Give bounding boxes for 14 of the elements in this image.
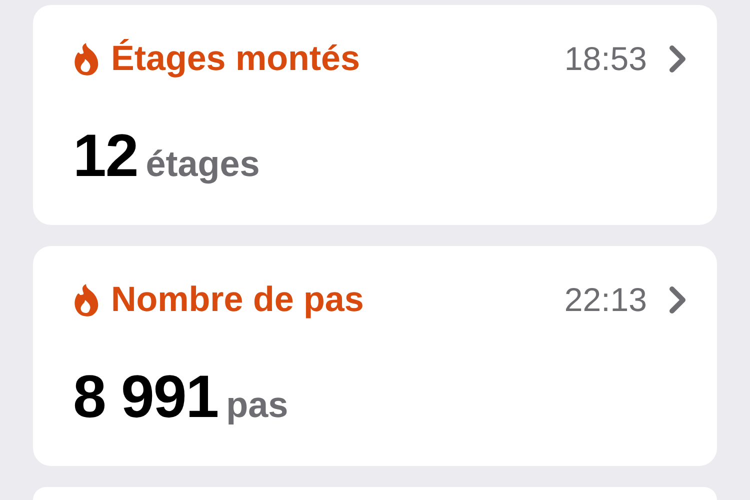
time-label: 22:13 — [564, 281, 647, 319]
card-title: Étages montés — [111, 39, 361, 79]
unit-text: pas — [226, 384, 288, 426]
card-title: Nombre de pas — [111, 280, 365, 320]
value-text: 8 991 — [73, 362, 218, 431]
chevron-icon — [669, 45, 687, 73]
card-background[interactable]: Étages montés 18:53 12 étages — [33, 5, 717, 225]
flame-icon — [73, 283, 99, 317]
flame-icon — [73, 42, 99, 76]
time-label: 18:53 — [564, 40, 647, 78]
card-background[interactable]: Nombre de pas 22:13 8 991 pas — [33, 246, 717, 466]
chevron-icon — [669, 286, 687, 314]
unit-text: étages — [146, 143, 260, 185]
value-text: 12 — [73, 121, 138, 190]
